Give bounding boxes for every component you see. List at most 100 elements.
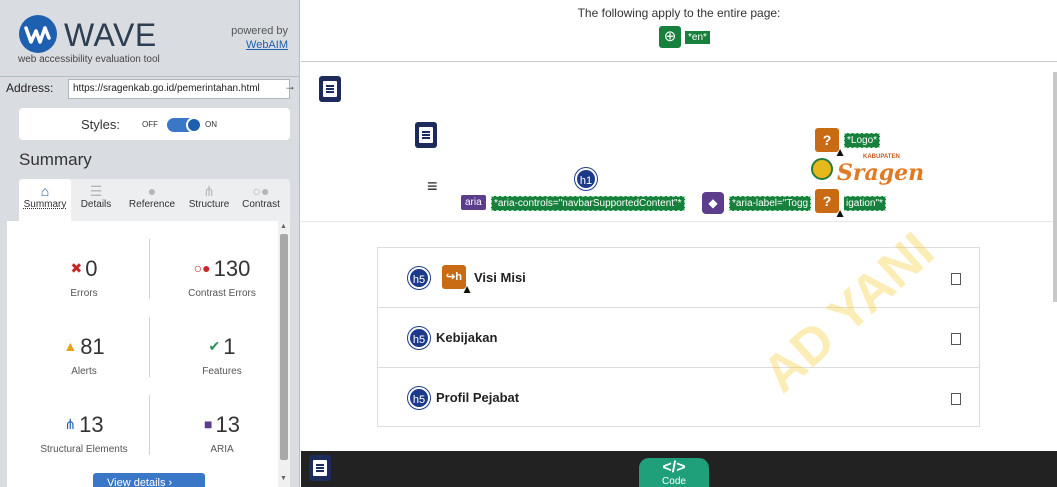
h5-icon[interactable]: h5 bbox=[408, 387, 430, 409]
errors-count: 0 bbox=[85, 256, 98, 281]
styles-toggle-box: Styles: OFF ON bbox=[19, 108, 290, 140]
contrast-errors-count: 130 bbox=[213, 256, 251, 281]
tab-reference[interactable]: ● Reference bbox=[121, 179, 183, 221]
tab-summary-label: Summary bbox=[23, 199, 67, 210]
address-bar: Address: https://sragenkab.go.id/pemerin… bbox=[0, 76, 300, 100]
powered-by: powered by WebAIM bbox=[231, 24, 288, 52]
aria-label-tail: igation"* bbox=[844, 196, 886, 211]
aria-label: ARIA bbox=[210, 444, 234, 455]
accordion-item[interactable]: h5 Profil Pejabat bbox=[378, 368, 979, 428]
list-icon: ☰ bbox=[89, 183, 103, 199]
alert-icon: ▲ bbox=[63, 338, 78, 354]
address-label: Address: bbox=[6, 81, 54, 95]
stat-alerts[interactable]: ▲ 81 Alerts bbox=[19, 333, 149, 377]
tab-contrast[interactable]: ○● Contrast bbox=[235, 179, 287, 221]
scroll-thumb[interactable] bbox=[280, 234, 288, 460]
accordion-title: Visi Misi bbox=[474, 270, 526, 285]
h5-icon[interactable]: h5 bbox=[408, 267, 430, 289]
panel-tabs: ⌂ Summary ☰ Details ● Reference ⋔ Struct… bbox=[19, 179, 290, 221]
aria-icon: ■ bbox=[204, 416, 213, 432]
code-toggle-button[interactable]: </> Code bbox=[639, 458, 709, 487]
divider bbox=[149, 395, 150, 455]
panel-scrollbar[interactable]: ▲ ▼ bbox=[278, 221, 290, 487]
styles-toggle[interactable] bbox=[167, 117, 202, 133]
stat-aria[interactable]: ■ 13 ARIA bbox=[157, 411, 287, 455]
entire-page-bar: The following apply to the entire page: … bbox=[301, 0, 1057, 62]
structural-label: Structural Elements bbox=[40, 444, 128, 455]
code-label: Code bbox=[662, 476, 686, 487]
view-details-label: View details › bbox=[107, 477, 173, 487]
divider bbox=[301, 221, 1057, 222]
accordion-title: Kebijakan bbox=[436, 330, 498, 345]
tab-details[interactable]: ☰ Details bbox=[71, 179, 121, 221]
styles-label: Styles: bbox=[81, 117, 121, 132]
link-alert-icon[interactable]: ↪h ▲ bbox=[442, 265, 473, 295]
accordion-toggle-box[interactable] bbox=[951, 273, 961, 285]
logo-alt-label: *Logo* bbox=[844, 133, 881, 148]
document-icon[interactable] bbox=[309, 455, 331, 481]
accordion-toggle-box[interactable] bbox=[951, 333, 961, 345]
stat-errors[interactable]: ✖ 0 Errors bbox=[19, 255, 149, 299]
features-count: 1 bbox=[223, 334, 236, 359]
stat-structural[interactable]: ⋔ 13 Structural Elements bbox=[19, 411, 149, 455]
crest-icon bbox=[811, 158, 833, 180]
hamburger-menu-icon[interactable]: ≡ bbox=[427, 176, 438, 197]
page-scrollbar[interactable] bbox=[1053, 72, 1057, 302]
scroll-down-icon[interactable]: ▼ bbox=[280, 475, 287, 482]
features-label: Features bbox=[202, 366, 242, 377]
document-icon[interactable] bbox=[319, 76, 341, 102]
language-label: *en* bbox=[685, 31, 710, 44]
structural-count: 13 bbox=[79, 412, 104, 437]
errors-label: Errors bbox=[70, 288, 98, 299]
scroll-up-icon[interactable]: ▲ bbox=[280, 223, 287, 230]
contrast-errors-label: Contrast Errors bbox=[188, 288, 256, 299]
aria-icon[interactable]: aria bbox=[461, 195, 486, 210]
document-icon[interactable] bbox=[415, 122, 437, 148]
wave-logo: WAVE web accessibility evaluation tool p… bbox=[18, 14, 288, 65]
address-input[interactable]: https://sragenkab.go.id/pemerintahan.htm… bbox=[68, 79, 290, 99]
h5-icon[interactable]: h5 bbox=[408, 327, 430, 349]
tab-structure-label: Structure bbox=[188, 199, 230, 210]
wave-tagline: web accessibility evaluation tool bbox=[18, 54, 160, 65]
address-go-arrow-icon[interactable]: → bbox=[284, 79, 296, 93]
info-icon: ● bbox=[147, 183, 157, 199]
stat-contrast-errors[interactable]: ○● 130 Contrast Errors bbox=[157, 255, 287, 299]
wave-sidebar: WAVE web accessibility evaluation tool p… bbox=[0, 0, 300, 487]
unknown-alert-icon[interactable]: ? ▲ bbox=[815, 128, 846, 158]
tab-reference-label: Reference bbox=[128, 199, 176, 210]
sragen-logo: KABUPATEN Sragen bbox=[811, 150, 924, 190]
h1-icon[interactable]: h1 bbox=[575, 168, 597, 190]
accordion-item[interactable]: h5 Kebijakan bbox=[378, 308, 979, 368]
view-details-button[interactable]: View details › bbox=[93, 473, 205, 487]
styles-off-label: OFF bbox=[142, 120, 158, 129]
unknown-alert-icon[interactable]: ? ▲ bbox=[815, 189, 846, 219]
tab-summary[interactable]: ⌂ Summary bbox=[19, 179, 71, 221]
webaim-link[interactable]: WebAIM bbox=[231, 38, 288, 52]
logo-name: Sragen bbox=[837, 160, 925, 186]
aria-controls-label: *aria-controls="navbarSupportedContent"* bbox=[491, 196, 685, 211]
structure-icon: ⋔ bbox=[203, 183, 215, 199]
tag-icon[interactable]: ◆ bbox=[702, 192, 724, 214]
aria-label-label: *aria-label="Togg bbox=[729, 196, 812, 211]
contrast-error-icon: ○● bbox=[193, 260, 211, 276]
toggle-knob bbox=[186, 117, 202, 133]
structure-icon: ⋔ bbox=[64, 416, 77, 432]
home-icon: ⌂ bbox=[40, 183, 50, 199]
address-value: https://sragenkab.go.id/pemerintahan.htm… bbox=[73, 83, 260, 94]
stat-features[interactable]: ✔ 1 Features bbox=[157, 333, 287, 377]
accordion-title: Profil Pejabat bbox=[436, 390, 520, 405]
divider bbox=[149, 317, 150, 377]
summary-heading: Summary bbox=[19, 150, 92, 169]
tab-structure[interactable]: ⋔ Structure bbox=[183, 179, 235, 221]
entire-page-text: The following apply to the entire page: bbox=[577, 6, 781, 20]
divider bbox=[149, 239, 150, 299]
wave-title: WAVE bbox=[64, 17, 157, 53]
aria-count: 13 bbox=[215, 412, 240, 437]
globe-icon[interactable]: ⊕ bbox=[659, 26, 681, 48]
page-preview: The following apply to the entire page: … bbox=[301, 0, 1057, 487]
error-icon: ✖ bbox=[70, 260, 83, 276]
summary-panel: ✖ 0 Errors ○● 130 Contrast Errors ▲ 81 Aler… bbox=[7, 221, 288, 487]
wave-logo-icon bbox=[19, 15, 57, 53]
tab-contrast-label: Contrast bbox=[242, 199, 280, 210]
accordion-toggle-box[interactable] bbox=[951, 393, 961, 405]
